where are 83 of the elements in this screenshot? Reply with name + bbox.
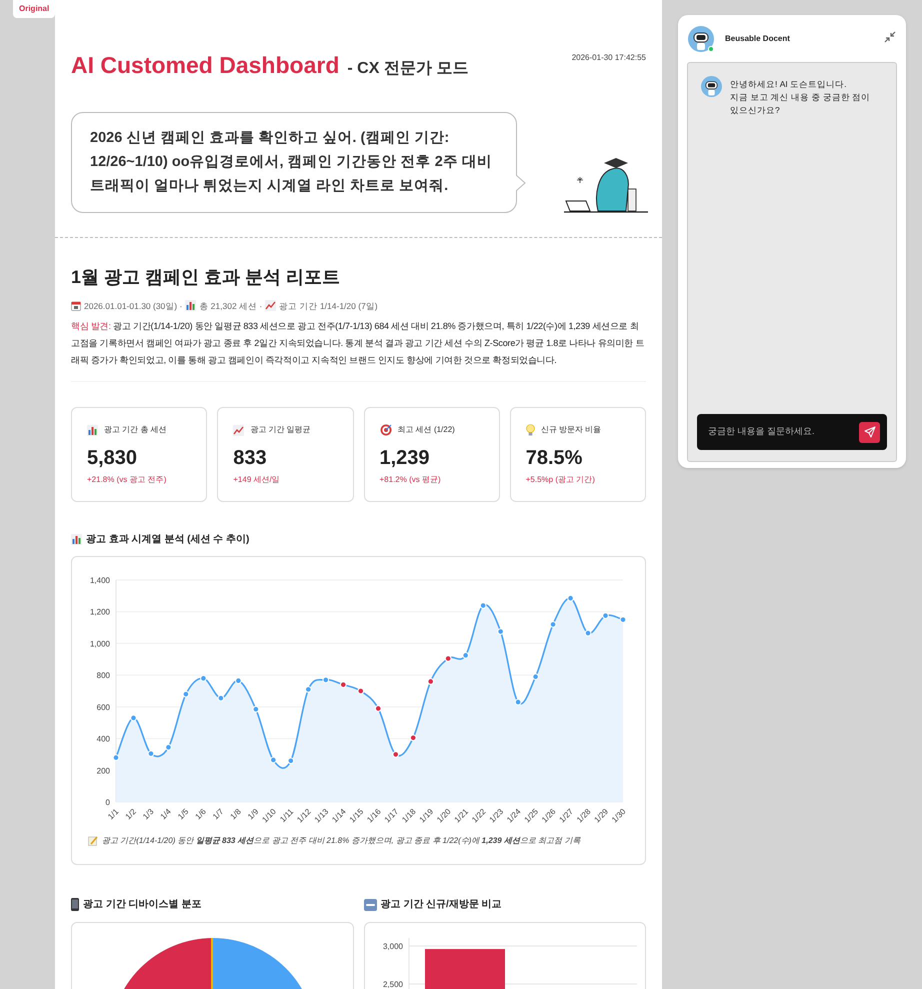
minimize-button[interactable] bbox=[884, 30, 896, 42]
key-finding-text: 핵심 발견: 광고 기간(1/14-1/20) 동안 일평균 833 세션으로 광고 전주(1/7-1/13) 684 세션 대비 21.8% 증가했으며, 특히 1/22(수)에 1,239 세션으로 최고점을 기록하면서 캠페인 여파가 광고 종료 후 2일간 지속되었습니다. 통계 분석 결과 광고 기간 세션 수의 Z-Score가 평균 1.8로 나타나 유의미한 트래픽 증가가 확인되었고, 이를 통해 광고 캠페인이 즉각적이고 지속적인 브랜드 인지도 향상에 기여한 것으로 확정되었습니다. bbox=[71, 320, 646, 368]
kpi-value: 1,239 bbox=[380, 446, 431, 470]
x-axis-label: 1/21 bbox=[452, 807, 470, 825]
report-title: 1월 광고 캠페인 효과 분석 리포트 bbox=[71, 266, 342, 288]
dashboard-subtitle: - CX 전문가 모드 bbox=[347, 59, 468, 79]
line-chart-icon bbox=[233, 424, 244, 436]
line-chart-icon bbox=[265, 300, 276, 312]
kpi-label: 광고 기간 총 세션 bbox=[104, 424, 167, 436]
meta-text: 광고 기간 1/14-1/20 (7일) bbox=[279, 300, 378, 312]
meta-text: 2026.01.01-01.30 (30일) · bbox=[84, 300, 182, 312]
section-title: 광고 효과 시계열 분석 (세션 수 추이) bbox=[86, 533, 250, 548]
collapse-icon bbox=[884, 30, 896, 42]
x-axis-label: 1/1 bbox=[106, 807, 120, 822]
dashboard-title: AI Customed Dashboard bbox=[71, 51, 340, 80]
send-button[interactable] bbox=[859, 422, 880, 442]
chat-title: Beusable Docent bbox=[725, 32, 790, 44]
kpi-delta: +21.8% (vs 광고 전주) bbox=[87, 474, 168, 486]
y-axis-label: 1,200 bbox=[90, 608, 110, 617]
x-axis-label: 1/5 bbox=[176, 807, 190, 822]
kpi-delta: +5.5%p (광고 기간) bbox=[526, 474, 596, 486]
section-title: 광고 기간 신규/재방문 비교 bbox=[380, 898, 502, 912]
x-axis-label: 1/2 bbox=[124, 807, 138, 822]
x-axis-label: 1/22 bbox=[470, 807, 488, 825]
y-axis-label: 1,000 bbox=[90, 640, 110, 649]
x-axis-label: 1/28 bbox=[575, 807, 592, 825]
section-title: 광고 기간 디바이스별 분포 bbox=[83, 898, 202, 912]
bar-chart-icon bbox=[185, 300, 196, 312]
x-axis-label: 1/16 bbox=[365, 807, 383, 825]
x-axis-label: 1/18 bbox=[400, 807, 418, 825]
robot-avatar bbox=[688, 26, 714, 52]
kpi-delta: +149 세션/일 bbox=[233, 474, 281, 486]
x-axis-label: 1/20 bbox=[435, 807, 453, 825]
x-axis-label: 1/4 bbox=[158, 807, 173, 822]
robot-avatar bbox=[701, 76, 722, 97]
meta-text: 총 21,302 세션 · bbox=[199, 300, 262, 312]
x-axis-label: 1/7 bbox=[211, 807, 226, 822]
x-axis-label: 1/6 bbox=[194, 807, 208, 822]
x-axis-label: 1/3 bbox=[141, 807, 156, 822]
y-axis-label: 3,000 bbox=[382, 942, 402, 952]
x-axis-label: 1/19 bbox=[418, 807, 436, 825]
kpi-label: 광고 기간 일평균 bbox=[250, 424, 311, 436]
target-icon bbox=[380, 424, 392, 436]
timestamp: 2026-01-30 17:42:55 bbox=[572, 52, 646, 64]
bar-chart-icon bbox=[87, 424, 98, 436]
x-axis-label: 1/11 bbox=[278, 807, 296, 824]
kpi-value: 833 bbox=[233, 446, 268, 470]
y-axis-label: 2,500 bbox=[382, 980, 402, 989]
kpi-label: 신규 방문자 비율 bbox=[540, 424, 602, 436]
chat-message: 지금 보고 계신 내용 중 궁금한 점이 있으신가요? bbox=[730, 91, 872, 117]
send-icon bbox=[864, 426, 876, 438]
speech-tail bbox=[516, 174, 526, 190]
lightbulb-icon bbox=[526, 424, 535, 436]
x-axis-label: 1/8 bbox=[228, 807, 243, 822]
x-axis-label: 1/30 bbox=[610, 807, 628, 825]
kpi-value: 5,830 bbox=[87, 446, 138, 470]
kpi-value: 78.5% bbox=[526, 446, 584, 470]
kpi-label: 최고 세션 (1/22) bbox=[398, 424, 455, 436]
x-axis-label: 1/9 bbox=[246, 807, 260, 822]
x-axis-label: 1/12 bbox=[295, 807, 313, 825]
question-input[interactable]: 궁금한 내용을 질문하세요. bbox=[708, 425, 859, 439]
y-axis-label: 400 bbox=[96, 734, 110, 744]
y-axis-label: 600 bbox=[96, 703, 110, 712]
original-tag: Original bbox=[13, 0, 56, 18]
y-axis-label: 0 bbox=[106, 798, 110, 808]
x-axis-label: 1/13 bbox=[312, 807, 330, 825]
memo-icon bbox=[88, 836, 98, 846]
chart-caption: 광고 기간(1/14-1/20) 동안 일평균 833 세션으로 광고 전주 대비 21.8% 증가했으며, 광고 종료 후 1/22(수)에 1,239 세션으로 최고점 기록 bbox=[102, 835, 580, 848]
x-axis-label: 1/10 bbox=[260, 807, 278, 825]
kpi-delta: +81.2% (vs 평균) bbox=[380, 474, 442, 486]
y-axis-label: 200 bbox=[96, 766, 110, 776]
y-axis-label: 1,400 bbox=[90, 576, 110, 586]
phone-icon bbox=[71, 898, 79, 912]
chat-message: 안녕하세요! AI 도슨트입니다. bbox=[730, 78, 848, 91]
calendar-icon bbox=[71, 300, 81, 311]
new-badge-icon bbox=[364, 898, 376, 911]
x-axis-label: 1/26 bbox=[540, 807, 558, 825]
x-axis-label: 1/29 bbox=[592, 807, 610, 825]
speech-bubble: 2026 신년 캠페인 효과를 확인하고 싶어. (캠페인 기간: 12/26~1/10) oo유입경로에서, 캠페인 기간동안 전후 2주 대비 트래픽이 얼마나 튀었는지 시계열 라인 차트로 보여줘. bbox=[71, 112, 517, 212]
y-axis-label: 800 bbox=[96, 671, 110, 680]
bar-chart-icon bbox=[71, 534, 82, 546]
x-axis-label: 1/23 bbox=[488, 807, 506, 825]
chat-input[interactable]: 궁금한 내용을 질문하세요. bbox=[697, 414, 887, 450]
